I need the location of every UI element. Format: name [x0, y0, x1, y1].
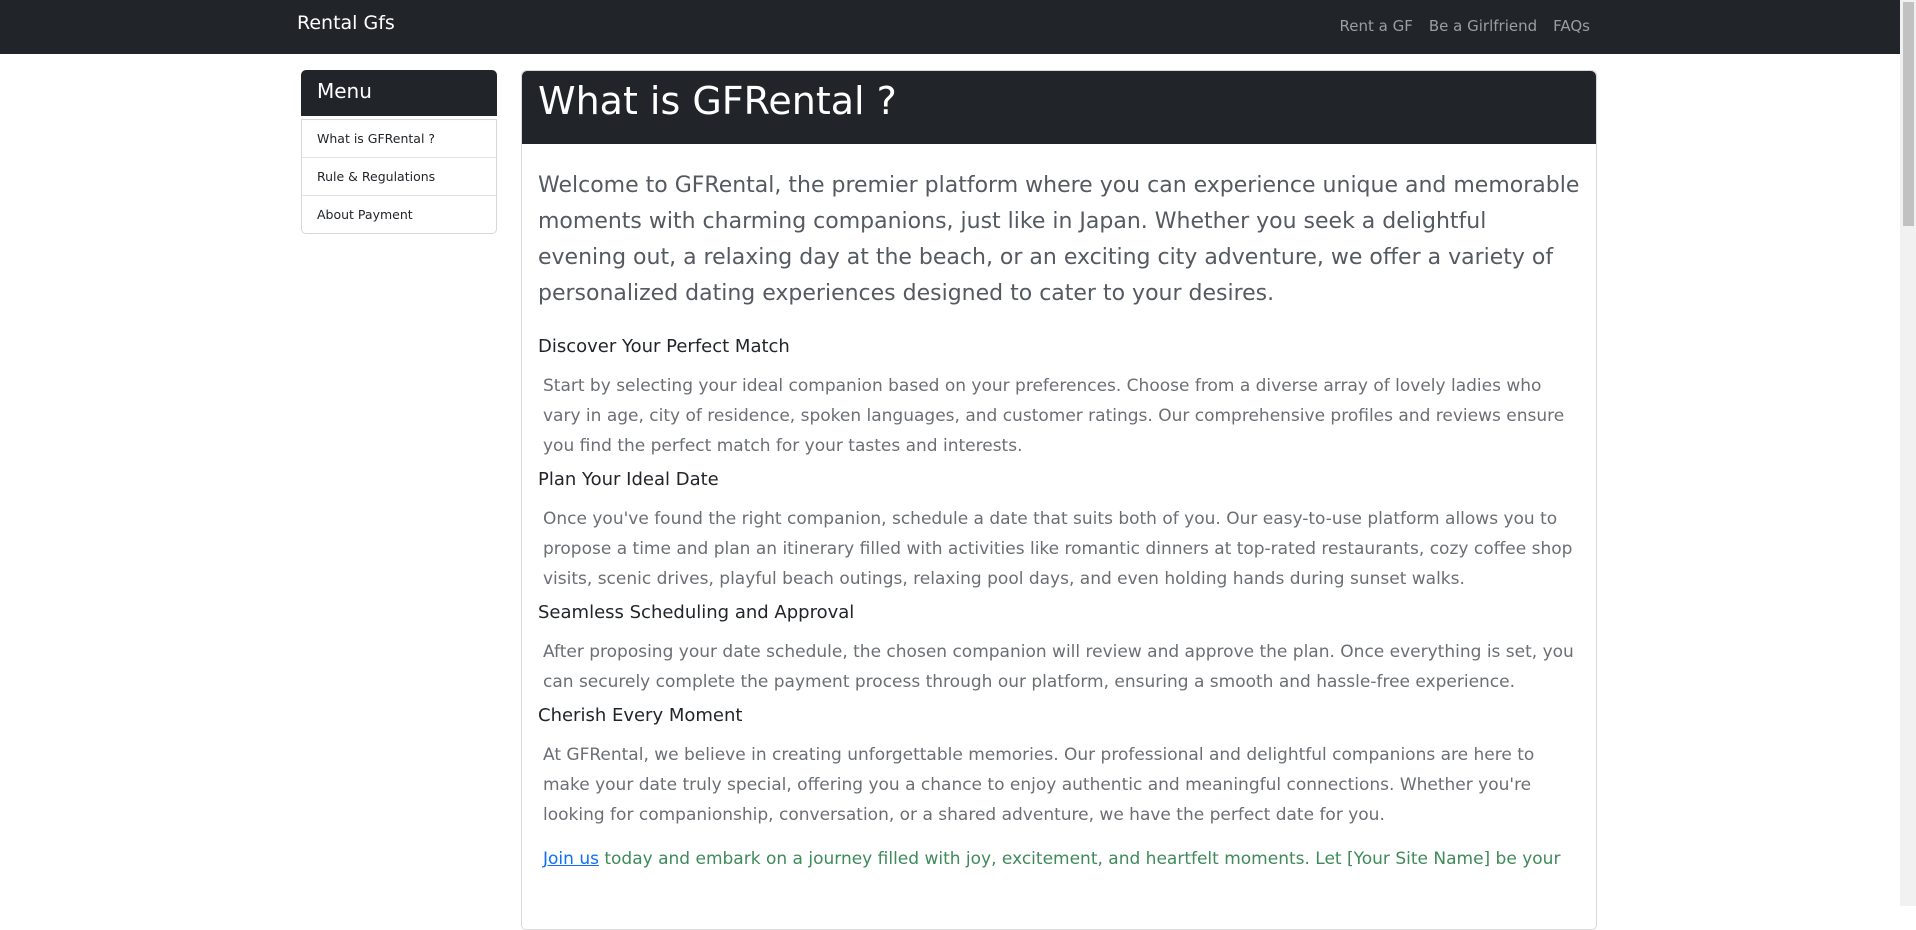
top-navbar: Rental Gfs Rent a GF Be a Girlfriend FAQ…: [0, 0, 1900, 54]
sidebar-item-rules-regulations[interactable]: Rule & Regulations: [302, 157, 496, 195]
section-heading: Cherish Every Moment: [538, 705, 743, 726]
nav-link-be-a-girlfriend[interactable]: Be a Girlfriend: [1429, 17, 1537, 35]
brand-logo[interactable]: Rental Gfs: [297, 12, 395, 34]
sidebar-item-what-is-gfrental[interactable]: What is GFRental ?: [302, 119, 496, 157]
section-text: After proposing your date schedule, the …: [543, 642, 1574, 692]
content-body: Welcome to GFRental, the premier platfor…: [522, 144, 1596, 874]
sidebar-menu: Menu What is GFRental ? Rule & Regulatio…: [301, 70, 497, 234]
intro-paragraph: Welcome to GFRental, the premier platfor…: [538, 173, 1580, 306]
join-us-link[interactable]: Join us: [543, 849, 599, 869]
join-text: today and embark on a journey filled wit…: [598, 849, 1561, 869]
scrollbar-thumb[interactable]: [1903, 2, 1914, 226]
section-heading: Plan Your Ideal Date: [538, 469, 719, 490]
join-paragraph: Join us today and embark on a journey fi…: [538, 844, 1581, 874]
section-text: Once you've found the right companion, s…: [543, 509, 1573, 589]
main-content-card: What is GFRental ? Welcome to GFRental, …: [521, 70, 1597, 930]
section-text: Start by selecting your ideal companion …: [543, 376, 1565, 456]
sidebar-title: Menu: [301, 70, 497, 116]
sidebar-item-about-payment[interactable]: About Payment: [302, 195, 496, 233]
page-title: What is GFRental ?: [522, 71, 1596, 144]
sidebar-list: What is GFRental ? Rule & Regulations Ab…: [301, 119, 497, 234]
nav-link-rent-a-gf[interactable]: Rent a GF: [1340, 17, 1413, 35]
page-scrollbar[interactable]: [1900, 0, 1916, 906]
section-heading: Discover Your Perfect Match: [538, 336, 790, 357]
nav-links: Rent a GF Be a Girlfriend FAQs: [1340, 17, 1590, 35]
nav-link-faqs[interactable]: FAQs: [1553, 17, 1590, 35]
section-text: At GFRental, we believe in creating unfo…: [543, 745, 1535, 825]
section-heading: Seamless Scheduling and Approval: [538, 602, 855, 623]
